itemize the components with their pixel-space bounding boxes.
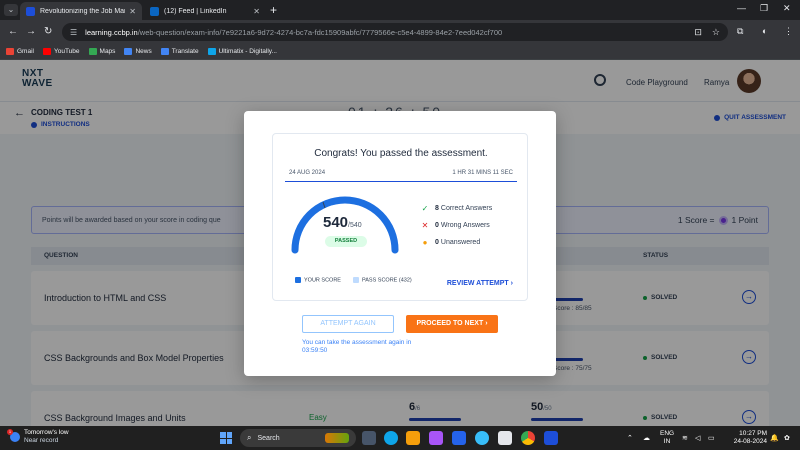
dot-icon: ● xyxy=(422,238,428,247)
photos-icon[interactable] xyxy=(544,431,558,445)
assessment-result-modal: Congrats! You passed the assessment. 24 … xyxy=(244,111,556,376)
url-text: learning.ccbp.in/web-question/exam-info/… xyxy=(85,27,503,37)
wifi-icon[interactable]: ≋ xyxy=(682,434,688,442)
mail-icon[interactable] xyxy=(452,431,466,445)
language-indicator[interactable]: ENG IN xyxy=(660,430,674,446)
volume-icon[interactable]: ◁ xyxy=(695,434,700,442)
chevron-right-icon: › xyxy=(485,320,488,327)
chevron-right-icon: › xyxy=(510,280,513,287)
back-icon[interactable]: ← xyxy=(8,26,18,38)
new-tab-button[interactable]: + xyxy=(270,3,277,17)
legend-pass-score: PASS SCORE (432) xyxy=(352,277,412,283)
retake-timer-note: You can take the assessment again in 03:… xyxy=(302,339,412,354)
close-tab-icon[interactable]: ✕ xyxy=(129,7,136,16)
passed-badge: PASSED xyxy=(325,236,367,247)
menu-kebab-icon[interactable]: ⋮ xyxy=(784,26,793,37)
browser-toolbar: ← → ↻ ☰ learning.ccbp.in/web-question/ex… xyxy=(0,20,800,44)
ultimatix-icon xyxy=(207,48,216,55)
check-icon: ✓ xyxy=(421,204,429,213)
search-highlight-icon xyxy=(325,433,349,443)
youtube-icon xyxy=(42,48,51,55)
legend-your-score: YOUR SCORE xyxy=(295,277,341,283)
bookmark-ultimatix[interactable]: Ultimatix - Digitally... xyxy=(207,48,277,55)
windows-taskbar: 1 Tomorrow's low Near record ⌕ Search ⌃ ☁… xyxy=(0,426,800,450)
maps-icon xyxy=(88,48,97,55)
result-meta: 24 AUG 2024 1 HR 31 MINS 11 SEC xyxy=(285,168,517,182)
close-window-icon[interactable]: ✕ xyxy=(783,3,791,14)
taskbar-search[interactable]: ⌕ Search xyxy=(240,429,356,447)
file-explorer-icon[interactable] xyxy=(406,431,420,445)
tab-title: (12) Feed | LinkedIn xyxy=(164,7,227,15)
bookmark-translate[interactable]: Translate xyxy=(160,48,199,55)
result-title: Congrats! You passed the assessment. xyxy=(314,148,488,159)
attempt-date: 24 AUG 2024 xyxy=(289,170,326,176)
task-view-icon[interactable] xyxy=(362,431,376,445)
bookmark-youtube[interactable]: YouTube xyxy=(42,48,80,55)
bookmark-maps[interactable]: Maps xyxy=(88,48,115,55)
profile-icon[interactable]: ◐ xyxy=(762,26,767,36)
news-icon xyxy=(124,48,133,55)
maximize-icon[interactable]: ❐ xyxy=(760,3,768,14)
cross-icon: ✕ xyxy=(421,221,429,230)
store-icon[interactable] xyxy=(498,431,512,445)
weather-widget[interactable]: 1 Tomorrow's low Near record xyxy=(7,429,69,445)
tray-chevron-up-icon[interactable]: ⌃ xyxy=(627,434,633,442)
edge-browser-icon[interactable] xyxy=(384,431,398,445)
reload-icon[interactable]: ↻ xyxy=(44,26,52,38)
nxtwave-favicon-icon xyxy=(26,6,35,16)
bookmarks-bar: Gmail YouTube Maps News Translate Ultima… xyxy=(0,44,800,60)
tab-revolutionizing[interactable]: Revolutionizing the Job Market ✕ xyxy=(20,2,142,20)
copilot-icon[interactable] xyxy=(429,431,443,445)
search-icon: ⌕ xyxy=(247,433,252,442)
unanswered-stat: ● 0 Unanswered xyxy=(422,238,481,247)
chrome-icon[interactable] xyxy=(521,431,535,445)
site-info-icon[interactable]: ☰ xyxy=(70,28,77,37)
attempt-again-button[interactable]: ATTEMPT AGAIN xyxy=(302,315,394,333)
answer-stats: ✓ 8 Correct Answers ✕ 0 Wrong Answers ● 0 Unan… xyxy=(421,200,493,251)
score-value: 540/540 xyxy=(323,214,362,231)
extensions-icon[interactable]: ⧉ xyxy=(737,26,743,37)
wrong-answers-stat: ✕ 0 Wrong Answers xyxy=(421,221,490,230)
tab-linkedin[interactable]: (12) Feed | LinkedIn ✕ xyxy=(144,2,266,20)
system-clock[interactable]: 10:27 PM 24-08-2024 xyxy=(727,430,767,446)
close-tab-icon[interactable]: ✕ xyxy=(253,7,260,16)
battery-icon[interactable]: ▭ xyxy=(708,434,715,442)
tab-title: Revolutionizing the Job Market xyxy=(40,7,126,15)
bookmark-news[interactable]: News xyxy=(124,48,152,55)
attempt-duration: 1 HR 31 MINS 11 SEC xyxy=(452,170,513,176)
weather-icon: 1 xyxy=(7,429,20,442)
notification-bell-icon[interactable]: 🔔 xyxy=(770,434,779,442)
browser-tab-bar: ⌄ Revolutionizing the Job Market ✕ (12) … xyxy=(0,0,800,20)
telegram-icon[interactable] xyxy=(475,431,489,445)
review-attempt-link[interactable]: REVIEW ATTEMPT › xyxy=(447,280,513,287)
tab-search-button[interactable]: ⌄ xyxy=(4,4,18,16)
translate-icon xyxy=(160,48,169,55)
result-card: Congrats! You passed the assessment. 24 … xyxy=(272,133,528,301)
bookmark-gmail[interactable]: Gmail xyxy=(6,48,34,55)
correct-answers-stat: ✓ 8 Correct Answers xyxy=(421,204,493,213)
forward-icon[interactable]: → xyxy=(26,26,36,38)
onedrive-icon[interactable]: ☁ xyxy=(643,434,650,442)
minimize-icon[interactable]: — xyxy=(737,3,746,13)
address-bar[interactable]: ☰ learning.ccbp.in/web-question/exam-inf… xyxy=(62,23,728,41)
color-wheel-icon[interactable]: ✿ xyxy=(784,434,790,442)
bookmark-star-icon[interactable]: ☆ xyxy=(712,27,720,38)
gauge-legend: YOUR SCORE PASS SCORE (432) xyxy=(295,277,412,283)
linkedin-favicon-icon xyxy=(150,6,159,16)
install-app-icon[interactable]: ⊡ xyxy=(694,27,702,38)
proceed-to-next-button[interactable]: PROCEED TO NEXT › xyxy=(406,315,498,333)
windows-start-icon[interactable] xyxy=(220,432,232,444)
gmail-icon xyxy=(6,48,14,55)
